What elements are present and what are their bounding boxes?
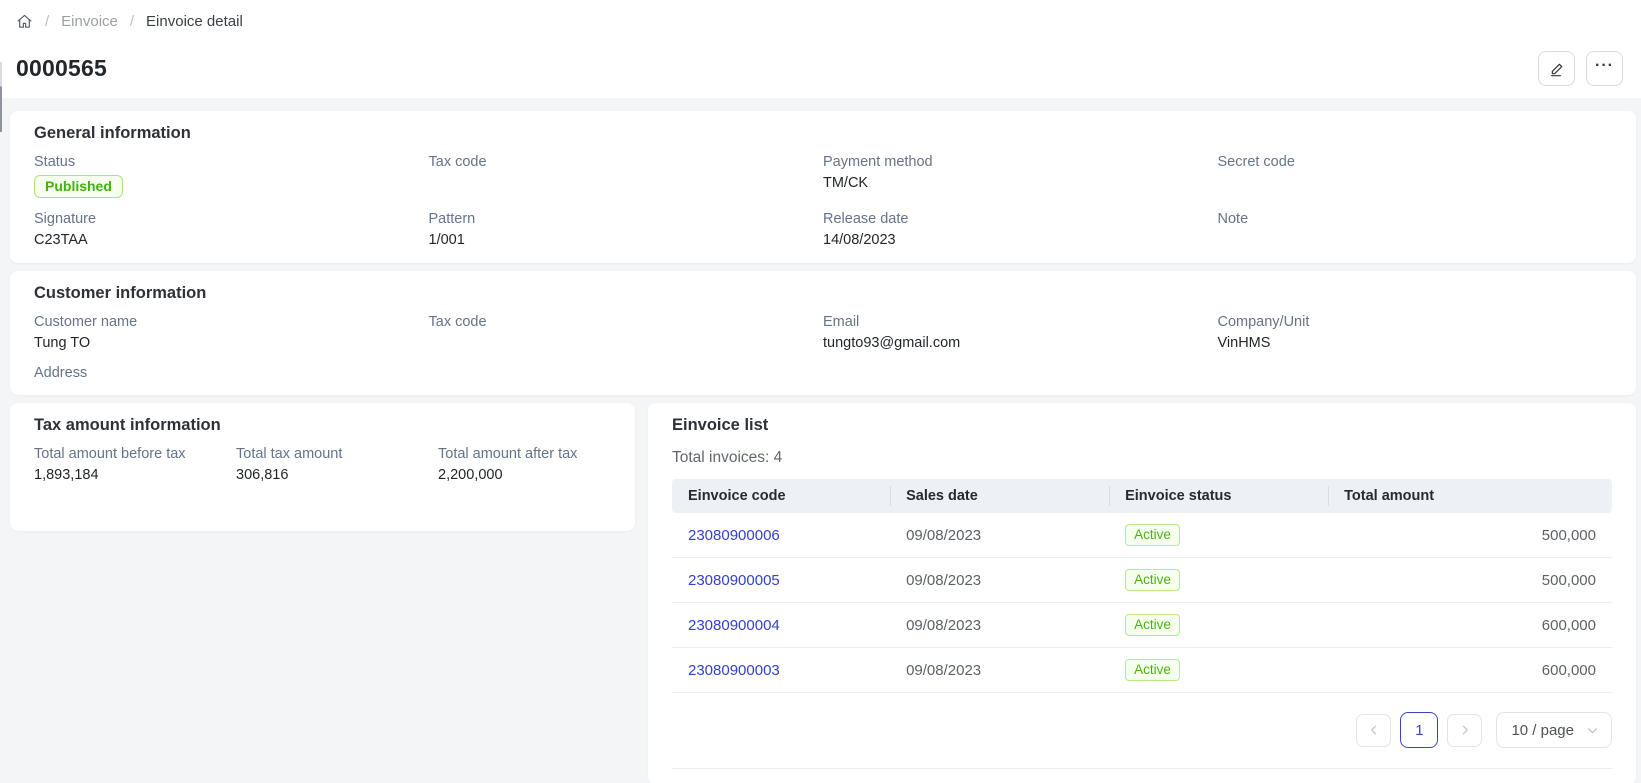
- chevron-left-icon: [1368, 724, 1380, 736]
- sales-date-cell: 09/08/2023: [890, 558, 1109, 603]
- field-customer-tax-code: Tax code: [429, 314, 824, 352]
- field-signature: Signature C23TAA: [34, 211, 429, 249]
- breadcrumb-current: Einvoice detail: [146, 13, 243, 30]
- column-sales-date: Sales date: [890, 479, 1109, 513]
- column-total-amount: Total amount: [1328, 479, 1612, 513]
- einvoice-list-card: Einvoice list Total invoices: 4 Einvoice…: [648, 403, 1636, 783]
- einvoice-table: Einvoice code Sales date Einvoice status…: [672, 479, 1612, 693]
- status-badge: Active: [1125, 614, 1180, 636]
- window-edge-artifact: [0, 62, 2, 132]
- pagination: 1 10 / page: [672, 693, 1612, 769]
- tax-amount-title: Tax amount information: [34, 416, 611, 435]
- customer-information-title: Customer information: [34, 284, 1612, 303]
- ellipsis-icon: ···: [1595, 58, 1614, 80]
- edit-pencil-icon: [1549, 61, 1565, 77]
- column-einvoice-code: Einvoice code: [672, 479, 890, 513]
- einvoice-code-link[interactable]: 23080900005: [688, 572, 780, 589]
- field-address: Address: [34, 365, 429, 381]
- table-row: 23080900003 09/08/2023 Active 600,000: [672, 648, 1612, 693]
- general-information-title: General information: [34, 124, 1612, 143]
- main-content: General information Status Published Tax…: [0, 98, 1641, 783]
- page-size-select[interactable]: 10 / page: [1496, 712, 1612, 748]
- general-information-card: General information Status Published Tax…: [10, 111, 1636, 263]
- prev-page-button[interactable]: [1356, 714, 1391, 747]
- page-1-button[interactable]: 1: [1400, 712, 1438, 748]
- page-title: 0000565: [16, 55, 107, 82]
- field-total-after-tax: Total amount after tax 2,200,000: [438, 446, 611, 484]
- field-total-before-tax: Total amount before tax 1,893,184: [34, 446, 236, 484]
- field-tax-code: Tax code: [429, 154, 824, 198]
- sales-date-cell: 09/08/2023: [890, 513, 1109, 558]
- chevron-down-icon: [1586, 724, 1599, 737]
- sales-date-cell: 09/08/2023: [890, 648, 1109, 693]
- field-total-tax-amount: Total tax amount 306,816: [236, 446, 438, 484]
- field-payment-method: Payment method TM/CK: [823, 154, 1218, 198]
- einvoice-code-link[interactable]: 23080900003: [688, 662, 780, 679]
- chevron-right-icon: [1459, 724, 1471, 736]
- column-einvoice-status: Einvoice status: [1109, 479, 1328, 513]
- edit-button[interactable]: [1538, 51, 1575, 86]
- field-status: Status Published: [34, 154, 429, 198]
- einvoice-code-link[interactable]: 23080900006: [688, 527, 780, 544]
- total-invoices-label: Total invoices: 4: [672, 449, 1612, 467]
- status-badge: Active: [1125, 569, 1180, 591]
- total-amount-cell: 500,000: [1328, 513, 1612, 558]
- field-pattern: Pattern 1/001: [429, 211, 824, 249]
- table-row: 23080900004 09/08/2023 Active 600,000: [672, 603, 1612, 648]
- einvoice-code-link[interactable]: 23080900004: [688, 617, 780, 634]
- breadcrumb-einvoice[interactable]: Einvoice: [61, 13, 118, 30]
- next-page-button[interactable]: [1447, 714, 1482, 747]
- breadcrumb: / Einvoice / Einvoice detail: [16, 13, 1625, 30]
- breadcrumb-separator: /: [45, 13, 49, 30]
- customer-information-card: Customer information Customer name Tung …: [10, 271, 1636, 395]
- status-badge: Published: [34, 175, 123, 198]
- status-badge: Active: [1125, 659, 1180, 681]
- field-release-date: Release date 14/08/2023: [823, 211, 1218, 249]
- home-icon[interactable]: [16, 13, 33, 30]
- page-header: / Einvoice / Einvoice detail 0000565 ···: [0, 0, 1641, 98]
- table-row: 23080900006 09/08/2023 Active 500,000: [672, 513, 1612, 558]
- field-email: Email tungto93@gmail.com: [823, 314, 1218, 352]
- total-amount-cell: 600,000: [1328, 648, 1612, 693]
- field-company-unit: Company/Unit VinHMS: [1218, 314, 1613, 352]
- total-amount-cell: 600,000: [1328, 603, 1612, 648]
- more-actions-button[interactable]: ···: [1586, 51, 1623, 86]
- status-badge: Active: [1125, 524, 1180, 546]
- breadcrumb-separator: /: [130, 13, 134, 30]
- title-actions: ···: [1538, 51, 1623, 86]
- einvoice-list-title: Einvoice list: [672, 416, 1612, 435]
- table-header-row: Einvoice code Sales date Einvoice status…: [672, 479, 1612, 513]
- field-customer-name: Customer name Tung TO: [34, 314, 429, 352]
- table-row: 23080900005 09/08/2023 Active 500,000: [672, 558, 1612, 603]
- field-secret-code: Secret code: [1218, 154, 1613, 198]
- page-size-value: 10 / page: [1511, 722, 1574, 739]
- field-note: Note: [1218, 211, 1613, 249]
- tax-amount-card: Tax amount information Total amount befo…: [10, 403, 635, 531]
- total-amount-cell: 500,000: [1328, 558, 1612, 603]
- sales-date-cell: 09/08/2023: [890, 603, 1109, 648]
